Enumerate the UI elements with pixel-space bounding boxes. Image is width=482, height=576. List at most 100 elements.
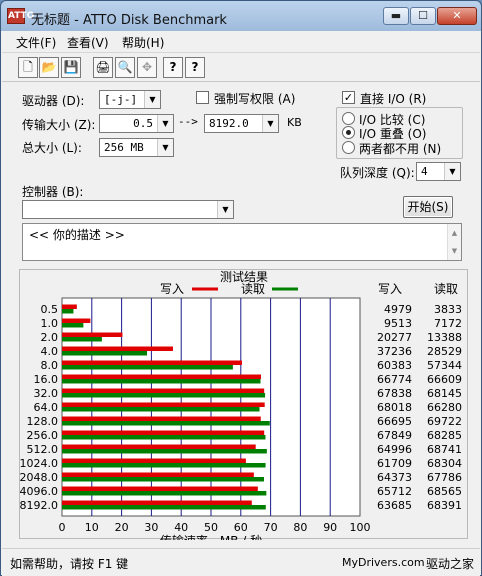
queue-depth-select[interactable]: 4 ▼: [416, 162, 461, 181]
read-value: 67786: [427, 471, 462, 484]
write-value: 66695: [377, 415, 412, 428]
direct-io-checkbox[interactable]: ✓: [342, 91, 355, 104]
menu-help[interactable]: 帮助(H): [122, 34, 164, 51]
status-bar: 如需帮助，请按 F1 键 MyDrivers.com 驱动之家: [2, 548, 480, 576]
read-value: 3833: [434, 303, 462, 316]
window-title: 无标题 - ATTO Disk Benchmark: [31, 13, 227, 28]
drive-label: 驱动器 (D):: [22, 94, 85, 108]
description-scrollbar[interactable]: ▲ ▼: [447, 224, 461, 260]
io-overlap-radio[interactable]: [342, 126, 355, 139]
y-tick-label: 512.0: [27, 443, 59, 456]
read-value: 69722: [427, 415, 462, 428]
y-tick-label: 8.0: [41, 359, 59, 372]
write-bar: [62, 304, 77, 309]
controller-select[interactable]: ▼: [22, 200, 234, 219]
force-write-checkbox[interactable]: [196, 91, 209, 104]
y-tick-label: 8192.0: [20, 499, 58, 512]
read-bar: [62, 379, 261, 384]
read-bar: [62, 505, 266, 510]
read-bar: [62, 477, 265, 482]
write-value: 67849: [377, 429, 412, 442]
maximize-button[interactable]: ☐: [410, 7, 436, 25]
y-tick-label: 2.0: [41, 331, 59, 344]
y-tick-label: 4.0: [41, 345, 59, 358]
total-size-value: 256 MB: [104, 141, 144, 154]
minimize-button[interactable]: ▬: [383, 7, 409, 25]
close-button[interactable]: ✕: [437, 7, 477, 25]
read-bar: [62, 449, 267, 454]
write-column-header: 写入: [378, 282, 402, 296]
menu-file[interactable]: 文件(F): [16, 34, 56, 51]
queue-depth-label: 队列深度 (Q):: [340, 166, 415, 180]
x-tick-label: 50: [204, 521, 218, 534]
y-tick-label: 16.0: [34, 373, 59, 386]
read-value: 28529: [427, 345, 462, 358]
write-bar: [62, 360, 242, 365]
save-icon[interactable]: 💾: [61, 57, 81, 78]
results-group: 测试结果写入读取写入读取0102030405060708090100传输速率 -…: [19, 269, 468, 548]
y-tick-label: 4096.0: [20, 485, 58, 498]
whats-this-help-icon[interactable]: ?: [185, 57, 205, 78]
print-preview-icon[interactable]: 🔍: [115, 57, 135, 78]
read-value: 57344: [427, 359, 462, 372]
transfer-to-value: 8192.0: [209, 117, 249, 130]
drive-value: [-j-]: [104, 93, 138, 106]
x-tick-label: 60: [234, 521, 248, 534]
chevron-down-icon: ▼: [444, 163, 460, 180]
io-neither-label: 两者都不用 (N): [359, 142, 442, 156]
help-icon[interactable]: ?: [163, 57, 183, 78]
write-bar: [62, 458, 246, 463]
chevron-down-icon: ▼: [144, 91, 160, 108]
toolbar: 🗋 📂 💾 🖨 🔍 ✥ ? ?: [2, 54, 480, 82]
x-tick-label: 20: [115, 521, 129, 534]
write-value: 65712: [377, 485, 412, 498]
y-tick-label: 128.0: [27, 415, 59, 428]
main-panel: 驱动器 (D): [-j-] ▼ 强制写权限 (A) 传输大小 (Z): 0.5…: [2, 83, 480, 548]
app-window: ATTO 无标题 - ATTO Disk Benchmark ▬ ☐ ✕ 文件(…: [0, 0, 482, 576]
legend-write-label: 写入: [160, 282, 184, 296]
transfer-from-select[interactable]: 0.5 ▼: [99, 114, 174, 133]
app-icon: ATTO: [7, 8, 34, 24]
new-file-icon[interactable]: 🗋: [18, 57, 38, 78]
x-tick-label: 30: [144, 521, 158, 534]
x-tick-label: 90: [323, 521, 337, 534]
move-icon[interactable]: ✥: [137, 57, 157, 78]
status-site: MyDrivers.com: [342, 556, 425, 569]
read-value: 13388: [427, 331, 462, 344]
read-bar: [62, 435, 266, 440]
read-bar: [62, 491, 267, 496]
y-tick-label: 2048.0: [20, 471, 58, 484]
y-tick-label: 1.0: [41, 317, 59, 330]
io-compare-radio[interactable]: [342, 112, 355, 125]
read-bar: [62, 323, 84, 328]
open-folder-icon[interactable]: 📂: [39, 57, 59, 78]
read-bar: [62, 407, 260, 412]
write-bar: [62, 332, 123, 337]
transfer-to-select[interactable]: 8192.0 ▼: [204, 114, 279, 133]
start-button[interactable]: 开始(S): [403, 196, 453, 218]
write-bar: [62, 388, 265, 393]
y-tick-label: 64.0: [34, 401, 59, 414]
queue-depth-value: 4: [421, 165, 428, 178]
legend-read-label: 读取: [241, 282, 265, 296]
transfer-unit: KB: [287, 116, 302, 129]
transfer-from-value: 0.5: [133, 117, 153, 130]
chevron-down-icon: ▼: [157, 139, 173, 156]
write-value: 20277: [377, 331, 412, 344]
read-column-header: 读取: [434, 282, 458, 296]
drive-select[interactable]: [-j-] ▼: [99, 90, 161, 109]
write-value: 37236: [377, 345, 412, 358]
read-value: 7172: [434, 317, 462, 330]
scroll-up-icon[interactable]: ▲: [448, 224, 461, 242]
write-value: 64373: [377, 471, 412, 484]
write-value: 67838: [377, 387, 412, 400]
print-icon[interactable]: 🖨: [93, 57, 113, 78]
read-value: 68304: [427, 457, 462, 470]
write-bar: [62, 472, 254, 477]
write-bar: [62, 374, 261, 379]
menu-view[interactable]: 查看(V): [67, 34, 109, 51]
total-size-select[interactable]: 256 MB ▼: [99, 138, 174, 157]
description-field[interactable]: << 你的描述 >> ▲ ▼: [22, 223, 462, 261]
io-neither-radio[interactable]: [342, 141, 355, 154]
scroll-down-icon[interactable]: ▼: [448, 242, 461, 260]
